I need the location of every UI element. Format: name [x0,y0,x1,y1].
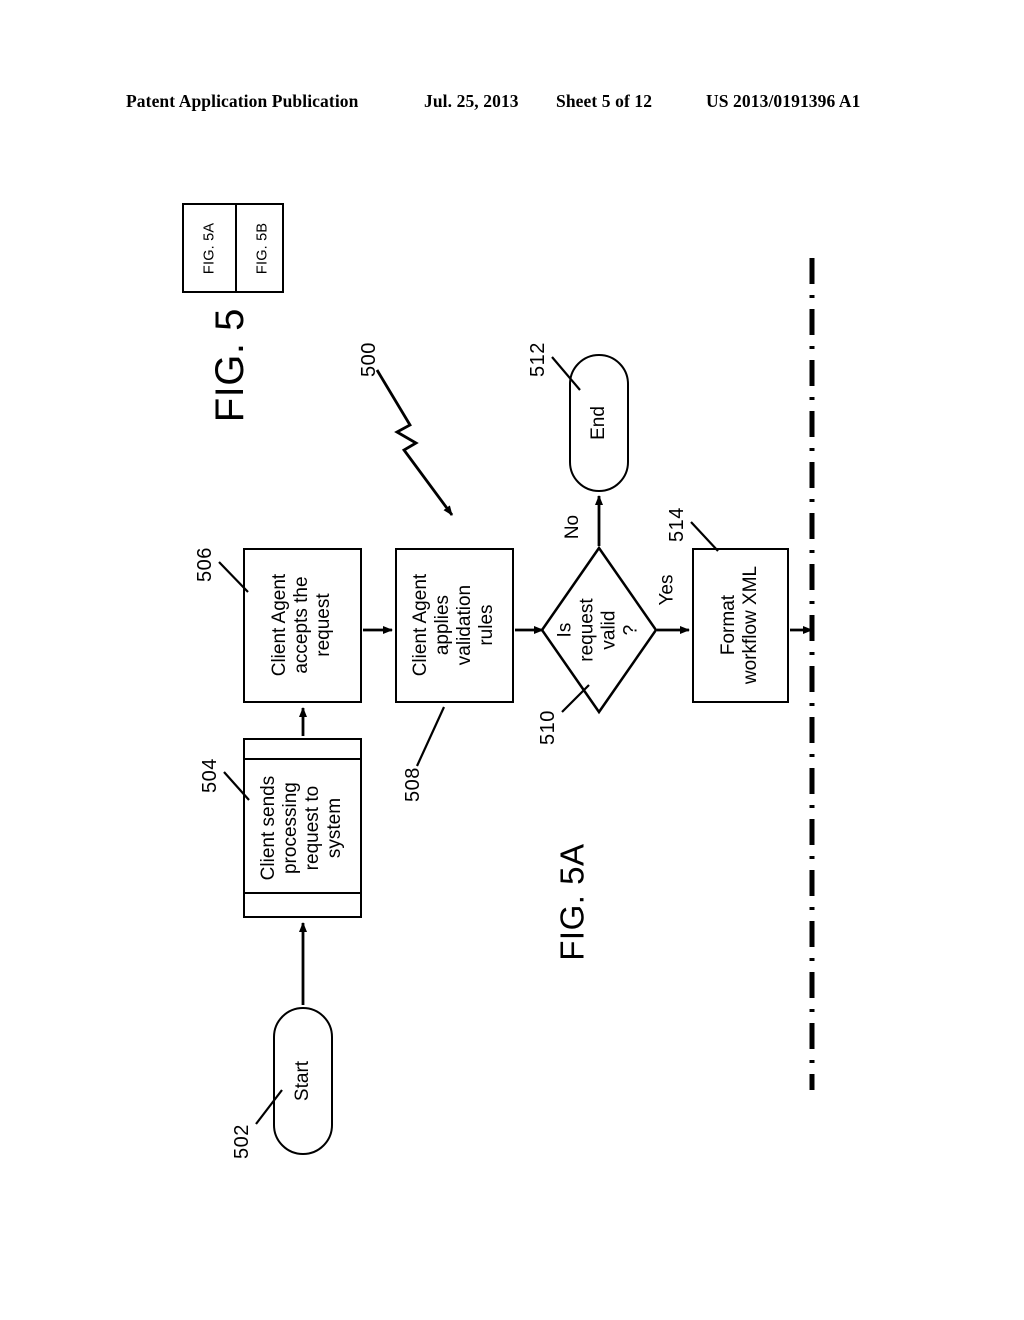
flow-node-format-workflow-xml: Format workflow XML [692,548,789,703]
flow-node-504-inner: Client sends processing request to syste… [245,740,360,916]
figure-index-box: FIG. 5A FIG. 5B [182,203,284,293]
flow-node-client-agent-validation-label: Client Agent applies validation rules [410,574,498,677]
ref-numeral-500-label: 500 [357,342,380,378]
leader-line-500 [375,369,454,516]
figure-caption-label: FIG. 5A [553,843,591,961]
ref-numeral-510-label: 510 [536,710,559,746]
header-publication: Patent Application Publication [126,90,359,111]
flow-node-client-agent-validation: Client Agent applies validation rules [395,548,514,703]
index-cell-fig5b-label: FIG. 5B [254,222,271,274]
flow-node-start-label: Start [291,1060,313,1102]
decision-diamond-shape [540,545,658,715]
figure-caption: FIG. 5A [508,812,638,992]
branch-label-no: No [556,510,590,544]
flow-node-is-request-valid: Is request valid ? [539,545,659,715]
ref-numeral-510: 510 [528,708,568,748]
branch-label-yes: Yes [649,572,685,608]
page-header: Patent Application Publication Jul. 25, … [0,88,1024,114]
ref-numeral-504-label: 504 [198,758,221,794]
index-cell-fig5a: FIG. 5A [184,205,235,291]
patent-figure-page: Patent Application Publication Jul. 25, … [0,0,1024,1320]
ref-numeral-514-label: 514 [665,507,688,543]
branch-label-yes-text: Yes [655,574,677,606]
flow-node-client-sends-request-label: Client sends processing request to syste… [258,775,346,881]
ref-numeral-502: 502 [222,1122,262,1162]
flow-node-client-agent-accepts-label: Client Agent accepts the request [269,574,335,677]
ref-numeral-506-label: 506 [193,547,216,583]
flow-node-client-sends-request: Client sends processing request to syste… [243,738,362,918]
ref-numeral-508-label: 508 [401,767,424,803]
ref-numeral-514: 514 [657,505,697,545]
ref-numeral-500: 500 [349,340,389,380]
index-cell-fig5a-label: FIG. 5A [201,222,218,274]
index-cell-fig5b: FIG. 5B [235,205,288,291]
ref-numeral-506: 506 [185,545,225,585]
flow-node-end: End [569,354,629,492]
figure-title-label: FIG. 5 [207,307,252,423]
header-patent-number: US 2013/0191396 A1 [706,90,861,111]
ref-numeral-504: 504 [190,756,230,796]
ref-numeral-508: 508 [393,765,433,805]
flow-node-format-workflow-xml-label: Format workflow XML [718,566,762,685]
ref-numeral-512-label: 512 [526,342,549,378]
figure-title: FIG. 5 [150,300,310,430]
flow-node-start: Start [273,1007,333,1155]
header-sheet: Sheet 5 of 12 [556,90,653,111]
ref-numeral-512: 512 [518,340,558,380]
flow-node-end-label: End [587,406,609,440]
ref-numeral-502-label: 502 [230,1124,253,1160]
flow-node-client-agent-accepts: Client Agent accepts the request [243,548,362,703]
header-date: Jul. 25, 2013 [424,90,519,111]
branch-label-no-text: No [561,514,583,540]
leader-line-508 [415,706,446,767]
